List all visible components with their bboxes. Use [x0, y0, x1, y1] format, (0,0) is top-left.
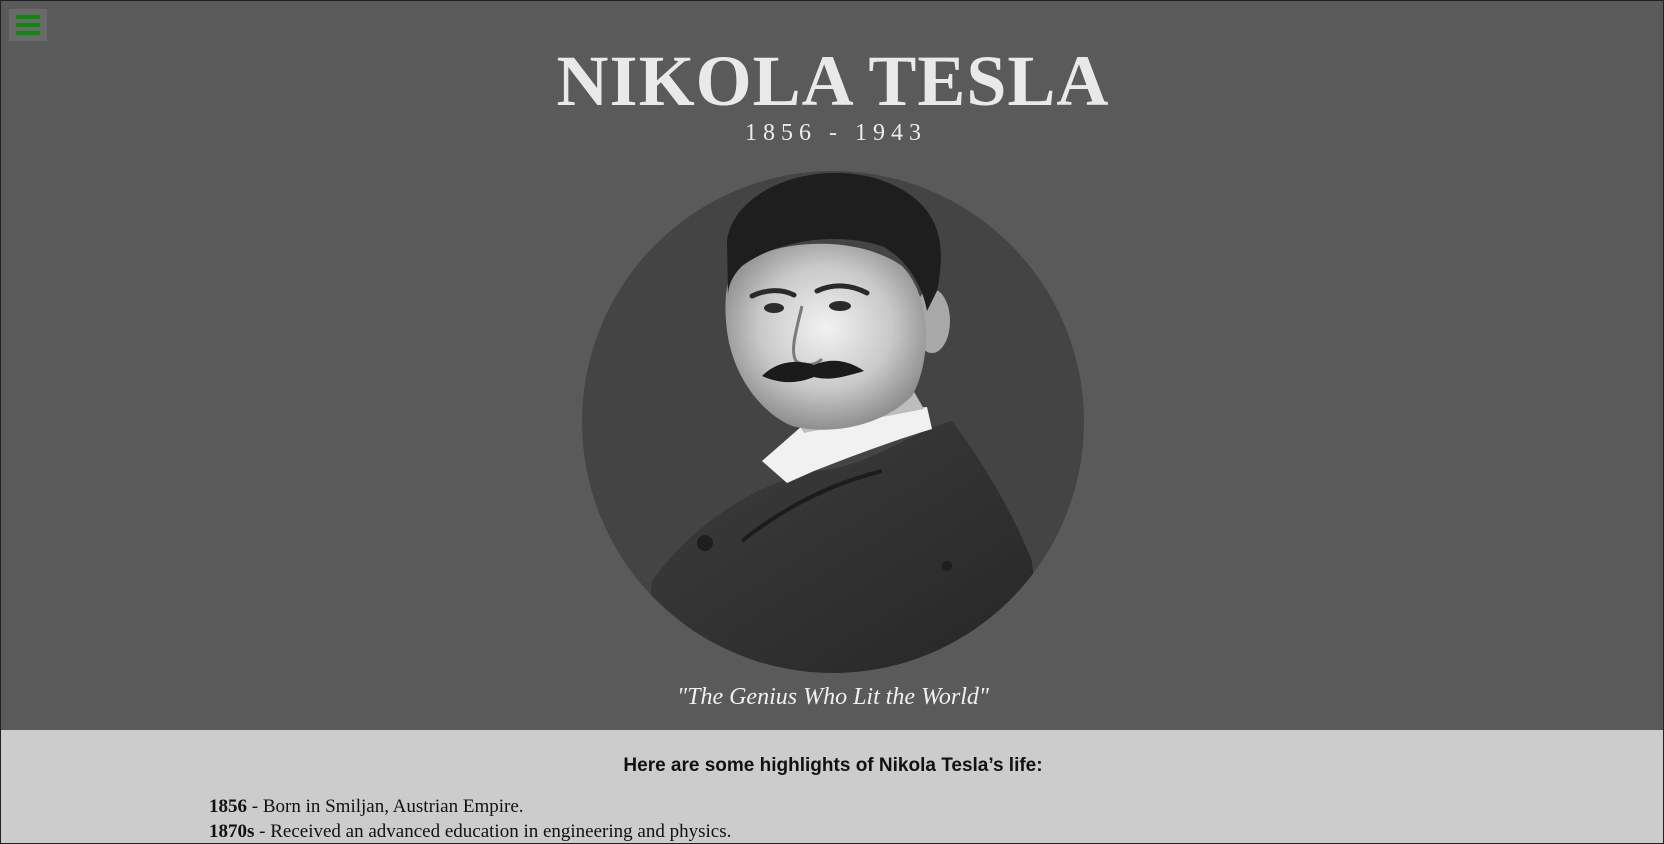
timeline-list: 1856 - Born in Smiljan, Austrian Empire.…: [209, 794, 732, 843]
timeline-text: Born in Smiljan, Austrian Empire.: [262, 796, 524, 817]
hamburger-menu-icon[interactable]: [9, 9, 47, 41]
page-frame: NIKOLA TESLA 1 8 5 6 - 1 9 4 3 "The Geni…: [0, 0, 1664, 844]
timeline-separator: -: [247, 796, 263, 817]
timeline-text: Received an advanced education in engine…: [270, 821, 732, 842]
timeline-separator: -: [254, 821, 271, 842]
highlights-section: Here are some highlights of Nikola Tesla…: [1, 730, 1663, 843]
tesla-portrait-image: [582, 171, 1084, 673]
tagline-quote: "The Genius Who Lit the World": [677, 684, 989, 710]
life-years: 1 8 5 6 - 1 9 4 3: [745, 120, 921, 146]
timeline-year: 1870s: [209, 821, 255, 842]
timeline-year: 1856: [209, 796, 247, 817]
highlights-heading: Here are some highlights of Nikola Tesla…: [623, 755, 1043, 776]
hero-section: NIKOLA TESLA 1 8 5 6 - 1 9 4 3 "The Geni…: [1, 1, 1663, 730]
timeline-item: 1856 - Born in Smiljan, Austrian Empire.: [209, 794, 731, 819]
menu-bar: [16, 31, 40, 35]
menu-bar: [16, 23, 40, 27]
timeline-item: 1870s - Received an advanced education i…: [209, 819, 732, 843]
page-title: NIKOLA TESLA: [556, 41, 1110, 121]
menu-bar: [16, 15, 40, 19]
